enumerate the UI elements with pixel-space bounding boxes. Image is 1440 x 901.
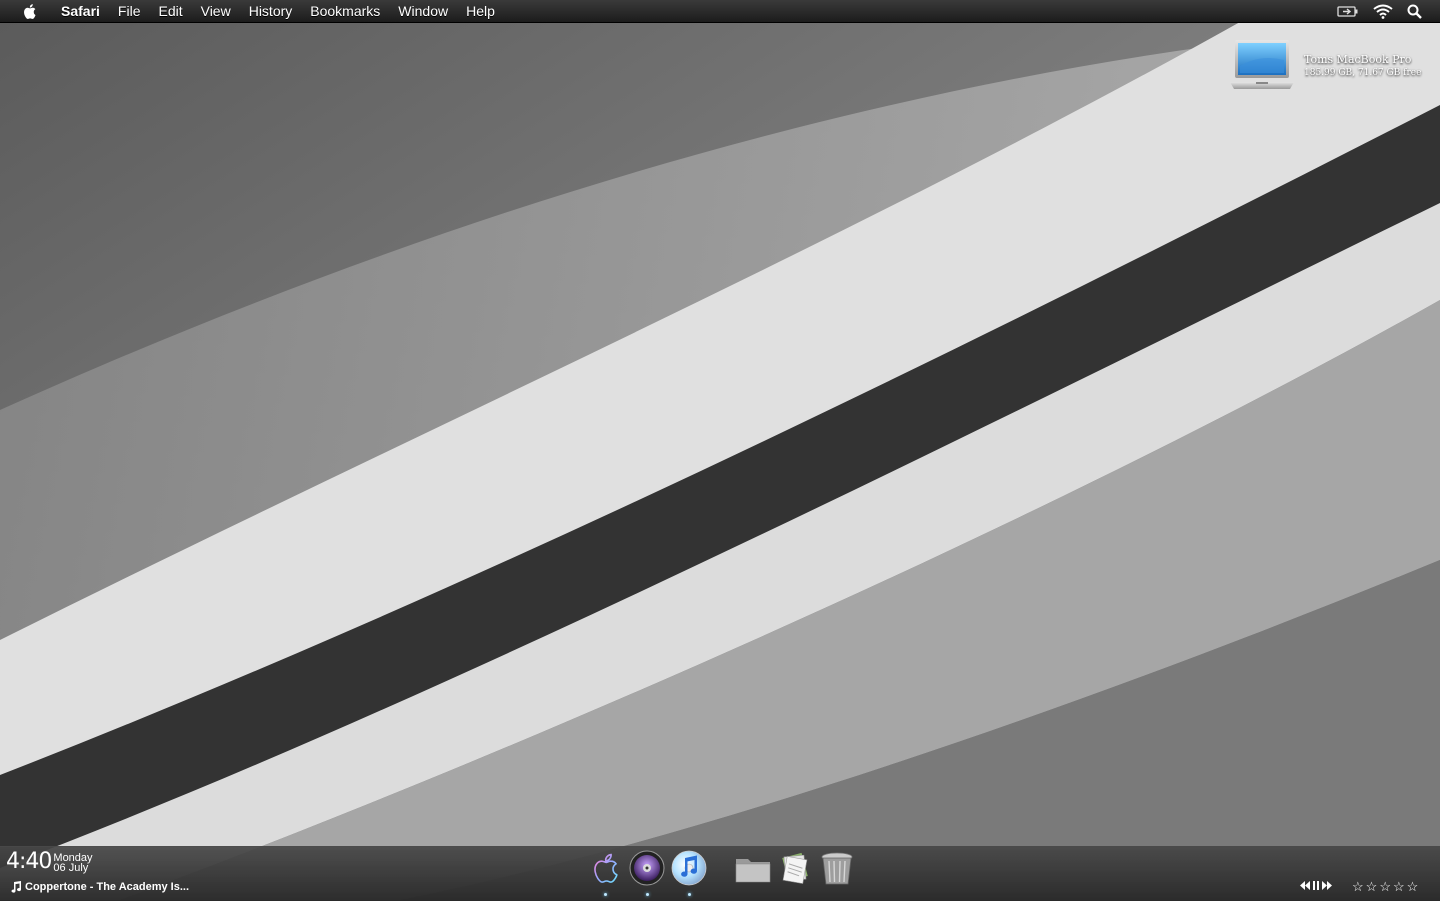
dock	[585, 849, 859, 899]
music-note-icon	[11, 881, 22, 893]
dock-item-documents[interactable]	[775, 849, 815, 893]
rating-star-4[interactable]: ☆	[1393, 880, 1405, 894]
next-track-icon[interactable]	[1322, 881, 1332, 890]
drive-name: Toms MacBook Pro	[1304, 53, 1412, 66]
clock-date: 06 July	[53, 862, 89, 874]
desktop-wallpaper	[0, 0, 1440, 900]
menu-extras	[1337, 4, 1422, 19]
drive-info: 185.99 GB, 71.67 GB free	[1304, 68, 1422, 78]
dock-running-indicator	[603, 893, 607, 896]
menu-bookmarks[interactable]: Bookmarks	[301, 0, 389, 22]
menu-view[interactable]: View	[192, 0, 240, 22]
desktop-drive[interactable]: Toms MacBook Pro 185.99 GB, 71.67 GB fre…	[1230, 38, 1421, 92]
menu-help[interactable]: Help	[457, 0, 504, 22]
itunes-icon	[671, 850, 707, 886]
clock-widget: 4:40 Monday 06 July	[6, 849, 93, 875]
now-playing[interactable]: Coppertone - The Academy Is...	[10, 881, 189, 893]
bottom-bar: 4:40 Monday 06 July Coppertone - The Aca…	[0, 846, 1440, 901]
rating-star-1[interactable]: ☆	[1352, 880, 1364, 894]
apple-icon	[594, 853, 618, 883]
menu-window[interactable]: Window	[389, 0, 457, 22]
dvd-player-icon	[629, 850, 665, 886]
trash-icon	[821, 852, 853, 885]
dock-item-folder[interactable]	[733, 849, 773, 893]
dock-item-finder[interactable]	[585, 849, 625, 896]
previous-track-icon[interactable]	[1300, 881, 1310, 890]
laptop-icon	[1230, 40, 1294, 89]
dock-running-indicator	[687, 893, 691, 896]
dock-item-itunes[interactable]	[669, 849, 709, 896]
documents-stack-icon	[782, 852, 808, 884]
rating-star-5[interactable]: ☆	[1407, 880, 1419, 894]
apple-menu-icon[interactable]	[20, 2, 38, 20]
folder-icon	[735, 859, 771, 883]
menu-edit[interactable]: Edit	[149, 0, 191, 22]
now-playing-track: Coppertone - The Academy Is...	[25, 881, 190, 893]
menu-bar: Safari File Edit View History Bookmarks …	[0, 0, 1440, 23]
clock-time: 4:40	[6, 849, 52, 874]
drive-label: Toms MacBook Pro 185.99 GB, 71.67 GB fre…	[1304, 53, 1421, 78]
track-rating: ☆ ☆ ☆ ☆ ☆	[1352, 880, 1418, 894]
menu-app-safari[interactable]: Safari	[52, 0, 109, 22]
battery-icon[interactable]	[1337, 5, 1359, 18]
wifi-icon[interactable]	[1373, 4, 1393, 19]
menu-file[interactable]: File	[109, 0, 150, 22]
rating-star-2[interactable]: ☆	[1366, 880, 1378, 894]
dock-item-dvd-player[interactable]	[627, 849, 667, 896]
pause-icon[interactable]	[1312, 881, 1320, 890]
playback-controls	[1300, 881, 1332, 890]
rating-star-3[interactable]: ☆	[1379, 880, 1391, 894]
menu-history[interactable]: History	[240, 0, 302, 22]
dock-running-indicator	[645, 893, 649, 896]
spotlight-search-icon[interactable]	[1407, 4, 1422, 19]
dock-item-trash[interactable]	[817, 849, 857, 893]
